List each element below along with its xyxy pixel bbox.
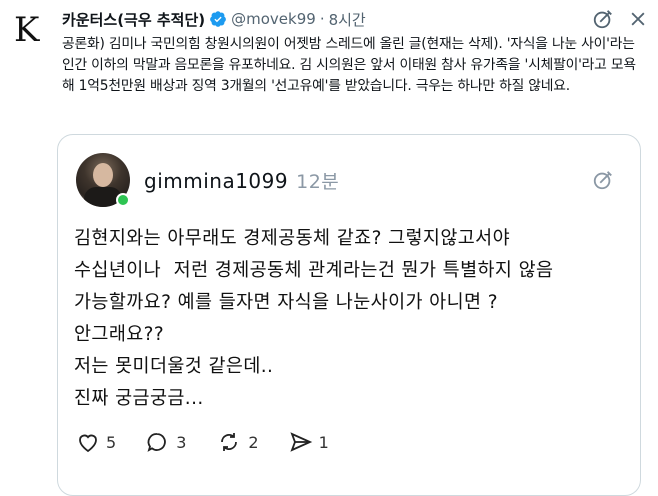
verified-badge-icon [210, 11, 227, 27]
author-avatar[interactable]: K [14, 8, 50, 52]
quoted-action-bar: 5 3 2 1 [76, 431, 359, 453]
reply-icon [147, 433, 166, 452]
post-header: 카운터스(극우 추적단) @movek99 · 8시간 [62, 8, 366, 30]
post-time[interactable]: 8시간 [329, 9, 366, 30]
quoted-edit-icon[interactable] [592, 169, 614, 191]
separator-dot: · [319, 10, 325, 28]
quoted-line-2: 수십년이나 저런 경제공동체 관계라는건 뭔가 특별하지 않음 [74, 260, 554, 281]
post-text: 공론화) 김미나 국민의힘 창원시의원이 어젯밤 스레드에 올린 글(현재는 삭… [62, 36, 639, 94]
quoted-username[interactable]: gimmina1099 [144, 169, 288, 193]
like-count: 5 [106, 432, 117, 452]
quoted-line-6: 진짜 궁금궁금... [74, 388, 204, 409]
heart-icon [79, 434, 97, 453]
quoted-line-4: 안그래요?? [74, 324, 165, 345]
author-handle[interactable]: @movek99 [231, 10, 316, 28]
share-count: 1 [318, 432, 329, 452]
quoted-text: 김현지와는 아무래도 경제공동체 같죠? 그렇지않고서야수십년이나 저런 경제공… [74, 223, 629, 415]
quoted-line-1: 김현지와는 아무래도 경제공동체 같죠? 그렇지않고서야 [74, 228, 511, 249]
author-name[interactable]: 카운터스(극우 추적단) [62, 9, 205, 30]
close-icon[interactable] [628, 9, 648, 29]
reply-count: 3 [176, 432, 187, 452]
quoted-post-card[interactable]: gimmina1099 12분 김현지와는 아무래도 경제공동체 같죠? 그렇지… [57, 134, 641, 496]
online-status-indicator [116, 193, 130, 207]
quoted-line-3: 가능할까요? 예를 들자면 자식을 나눈사이가 아니면 ? [74, 292, 498, 313]
repost-icon [221, 433, 238, 451]
edit-icon[interactable] [592, 8, 614, 30]
quoted-line-5: 저는 못미더울것 같은데.. [74, 356, 274, 377]
post-top-actions [592, 8, 648, 30]
like-button[interactable]: 5 [76, 431, 116, 453]
quoted-user-line: gimmina1099 12분 [144, 167, 339, 194]
quoted-time: 12분 [296, 171, 340, 193]
avatar-face [93, 163, 113, 187]
share-button[interactable]: 1 [289, 431, 329, 453]
repost-count: 2 [248, 432, 259, 452]
send-icon [289, 432, 312, 452]
repost-button[interactable]: 2 [216, 431, 259, 453]
reply-button[interactable]: 3 [146, 431, 186, 453]
